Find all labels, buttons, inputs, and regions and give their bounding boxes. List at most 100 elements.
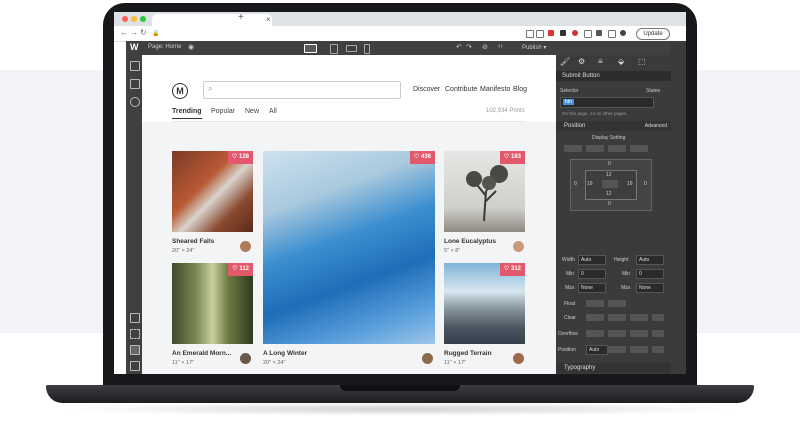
like-badge[interactable]: ♡ 112 (228, 263, 253, 276)
mobile-portrait-icon[interactable] (364, 44, 370, 54)
settings-icon[interactable]: ⚙ (578, 57, 585, 66)
cms-icon[interactable] (130, 97, 140, 107)
redo-icon[interactable]: ↷ (466, 43, 472, 51)
overflow-scroll-button[interactable] (630, 330, 648, 337)
max-width-input[interactable]: None (578, 283, 606, 293)
photo-rugged-terrain[interactable]: ♡ 312 (444, 263, 525, 344)
card-title[interactable]: Rugged Terrain (444, 350, 492, 357)
grid-icon[interactable] (130, 345, 140, 355)
avatar[interactable] (240, 241, 251, 252)
advanced-toggle[interactable]: Advanced (645, 121, 667, 131)
margin-left[interactable]: 0 (574, 181, 577, 187)
nav-blog[interactable]: Blog (513, 86, 527, 93)
padding-left[interactable]: 19 (587, 181, 593, 187)
display-none-button[interactable] (630, 145, 648, 152)
margin-bottom[interactable]: 0 (608, 201, 611, 207)
margin-top[interactable]: 0 (608, 161, 611, 167)
typography-section-header[interactable]: Typography (556, 363, 671, 373)
paintbrush-icon[interactable]: 🖌 (560, 57, 570, 66)
min-height-input[interactable]: 0 (636, 269, 664, 279)
publish-button[interactable]: Publish ▾ (522, 44, 546, 51)
padding-bottom[interactable]: 12 (606, 191, 612, 197)
marquee-icon[interactable] (130, 329, 140, 339)
overflow-auto-button[interactable] (652, 330, 664, 337)
add-element-icon[interactable] (130, 61, 140, 71)
tab-popular[interactable]: Popular (211, 108, 235, 115)
photo-lone-eucalyptus[interactable]: ♡ 183 (444, 151, 525, 232)
pages-icon[interactable] (130, 79, 140, 89)
like-badge[interactable]: ♡ 312 (499, 263, 525, 276)
card-title[interactable]: A Long Winter (263, 350, 307, 357)
clear-left-button[interactable] (608, 314, 626, 321)
share-icon[interactable] (526, 30, 534, 38)
like-badge[interactable]: ♡ 436 (409, 151, 435, 164)
overflow-visible-button[interactable] (586, 330, 604, 337)
site-logo[interactable]: M (172, 83, 188, 99)
assets-icon[interactable]: ⬚ (638, 57, 646, 66)
interactions-icon[interactable]: ⬙ (618, 57, 624, 66)
maximize-window-dot[interactable] (140, 16, 146, 22)
position-relative-button[interactable] (608, 346, 626, 353)
nav-discover[interactable]: Discover (413, 86, 440, 93)
navigator-panel-icon[interactable]: ≡ (598, 57, 603, 66)
reload-icon[interactable]: ↻ (140, 28, 147, 37)
photo-long-winter[interactable]: ♡ 436 (263, 151, 435, 344)
bookmark-icon[interactable] (536, 30, 544, 38)
padding-top[interactable]: 12 (606, 172, 612, 178)
position-fixed-button[interactable] (652, 346, 664, 353)
avatar[interactable] (513, 241, 524, 252)
like-badge[interactable]: ♡ 128 (227, 151, 253, 164)
states-dropdown[interactable]: States (646, 88, 660, 94)
code-icon[interactable]: ‹› (498, 43, 503, 50)
pinterest-icon[interactable] (572, 30, 578, 36)
minimize-window-dot[interactable] (131, 16, 137, 22)
search-input[interactable]: ⌕ (203, 81, 401, 99)
extension-dark-icon[interactable] (560, 30, 566, 36)
navigator-icon[interactable] (130, 361, 140, 371)
display-inline-block-button[interactable] (586, 145, 604, 152)
overflow-hidden-button[interactable] (608, 330, 626, 337)
browser-tab[interactable]: × (152, 14, 272, 26)
selector-tag[interactable]: btn (563, 99, 574, 105)
tab-all[interactable]: All (269, 108, 277, 115)
float-left-button[interactable] (608, 300, 626, 307)
padding-right[interactable]: 19 (627, 181, 633, 187)
nav-manifesto[interactable]: Manifesto (480, 86, 510, 93)
update-button[interactable]: Update (636, 28, 670, 40)
min-width-input[interactable]: 0 (578, 269, 606, 279)
desktop-view-icon[interactable] (304, 44, 317, 53)
extension-icon[interactable] (584, 30, 592, 38)
close-tab-icon[interactable]: × (266, 15, 271, 24)
tab-new[interactable]: New (245, 108, 259, 115)
avatar[interactable] (240, 353, 251, 364)
new-tab-button[interactable]: + (238, 12, 244, 23)
mobile-landscape-icon[interactable] (346, 45, 357, 52)
photo-emerald-morning[interactable]: ♡ 112 (172, 263, 253, 344)
position-absolute-button[interactable] (630, 346, 648, 353)
avatar[interactable] (513, 353, 524, 364)
preview-eye-icon[interactable]: ◉ (188, 43, 194, 51)
nav-contribute[interactable]: Contribute (445, 86, 477, 93)
sidebar-icon[interactable] (608, 30, 616, 38)
extension-red-icon[interactable] (548, 30, 554, 36)
max-height-input[interactable]: None (636, 283, 664, 293)
card-title[interactable]: Lone Eucalyptus (444, 238, 496, 245)
close-window-dot[interactable] (122, 16, 128, 22)
clear-right-button[interactable] (630, 314, 648, 321)
position-select[interactable]: Auto (586, 345, 608, 355)
status-icon[interactable]: ⊘ (482, 43, 488, 51)
avatar[interactable] (422, 353, 433, 364)
undo-icon[interactable]: ↶ (456, 43, 462, 51)
float-none-button[interactable] (586, 300, 604, 307)
tab-trending[interactable]: Trending (172, 108, 202, 119)
height-input[interactable]: Auto (636, 255, 664, 265)
display-inline-button[interactable] (608, 145, 626, 152)
margin-right[interactable]: 0 (644, 181, 647, 187)
puzzle-icon[interactable] (596, 30, 602, 36)
tablet-view-icon[interactable] (330, 44, 338, 54)
like-badge[interactable]: ♡ 183 (499, 151, 525, 164)
profile-icon[interactable] (620, 30, 626, 36)
display-block-button[interactable] (564, 145, 582, 152)
card-title[interactable]: An Emerald Morn... (172, 350, 231, 357)
clear-both-button[interactable] (652, 314, 664, 321)
